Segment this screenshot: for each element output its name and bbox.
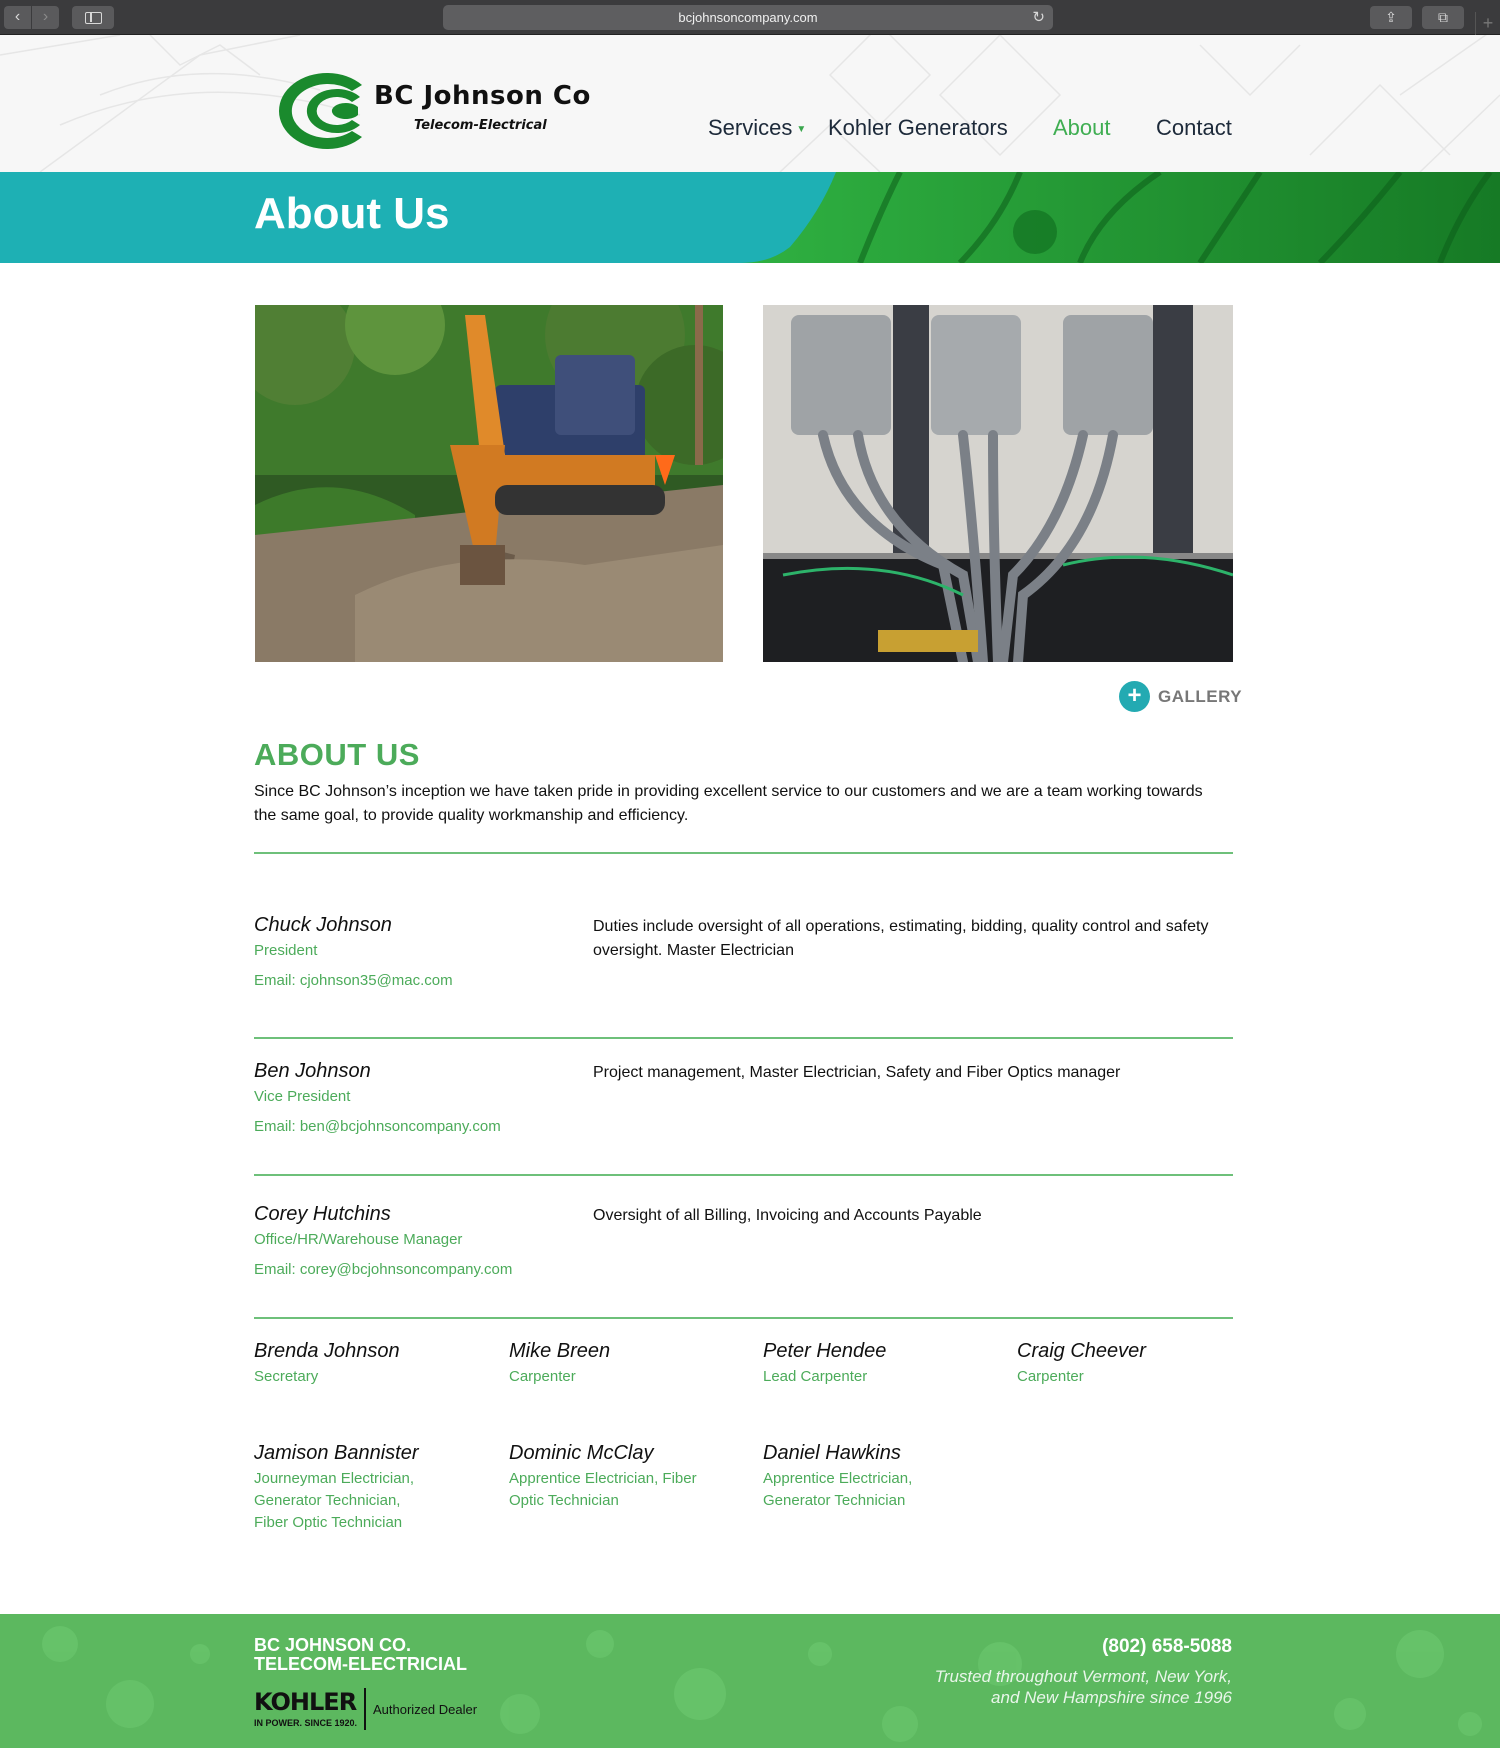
main-navigation: Services ▼ Kohler Generators About Contac… [0,115,1500,145]
nav-contact[interactable]: Contact [1156,115,1232,141]
section-divider [254,852,1233,854]
site-footer: BC JOHNSON CO. TELECOM-ELECTRICIAL KOHLE… [0,1614,1500,1748]
banner-background [0,172,1500,263]
page-banner: About Us [0,172,1500,263]
plus-icon: + [1119,681,1150,712]
staff-role: Apprentice Electrician, Fiber Optic Tech… [509,1470,697,1509]
leader-name: Chuck Johnson [254,914,392,936]
footer-company-line2: TELECOM-ELECTRICIAL [254,1654,467,1674]
about-heading: ABOUT US [254,737,420,772]
section-divider [254,1037,1233,1039]
excavator-photo[interactable] [255,305,723,662]
address-bar[interactable]: bcjohnsoncompany.com ↻ [443,5,1053,30]
leader-email-link[interactable]: Email: ben@bcjohnsoncompany.com [254,1118,501,1135]
footer-company-name: BC JOHNSON CO. TELECOM-ELECTRICIAL [254,1636,467,1674]
back-icon[interactable]: ‹ [4,6,31,29]
nav-about[interactable]: About [1053,115,1111,141]
footer-trust-text: Trusted throughout Vermont, New York, an… [892,1666,1232,1708]
share-icon[interactable]: ⇪ [1370,6,1412,29]
authorized-dealer-text: Authorized Dealer [373,1702,478,1717]
browser-toolbar: ‹ › bcjohnsoncompany.com ↻ ⇪ ⧉ + [0,0,1500,35]
electrical-panels-photo[interactable] [763,305,1233,662]
forward-icon[interactable]: › [32,6,59,29]
kohler-tagline: IN POWER. SINCE 1920. [254,1718,358,1728]
nav-services-label: Services [708,115,793,140]
leader-role: Vice President [254,1088,351,1105]
staff-role: Apprentice Electrician, Generator Techni… [763,1470,913,1509]
footer-trust-line1: Trusted throughout Vermont, New York, [934,1667,1232,1686]
staff-role: Journeyman Electrician, Generator Techni… [254,1470,415,1531]
section-divider [254,1174,1233,1176]
kohler-divider [364,1688,366,1730]
footer-company-line1: BC JOHNSON CO. [254,1635,412,1655]
nav-kohler-generators[interactable]: Kohler Generators [828,115,1008,141]
page-title: About Us [254,189,450,238]
leader-role: President [254,942,318,959]
footer-pattern [42,1626,1482,1742]
logo-name: BC Johnson Co [374,81,591,111]
gallery-label: GALLERY [1158,687,1243,706]
staff-name: Jamison Bannister [254,1442,419,1464]
nav-services[interactable]: Services ▼ [708,115,806,141]
chevron-down-icon: ▼ [796,123,807,135]
about-intro: Since BC Johnson’s inception we have tak… [254,783,1203,824]
staff-name: Peter Hendee [763,1340,887,1362]
tabs-overview-icon[interactable]: ⧉ [1422,6,1464,29]
staff-role: Secretary [254,1368,319,1385]
site-header: BC Johnson Co Telecom-Electrical Service… [0,35,1500,172]
staff-role: Carpenter [1017,1368,1084,1385]
reload-icon[interactable]: ↻ [1032,5,1045,30]
electrical-panels-image [763,305,1233,662]
section-divider [254,1317,1233,1319]
staff-name: Brenda Johnson [254,1340,400,1362]
sidebar-toggle-icon[interactable] [72,6,114,29]
url-text: bcjohnsoncompany.com [678,10,818,25]
footer-trust-line2: and New Hampshire since 1996 [991,1688,1232,1707]
leader-name: Ben Johnson [254,1060,371,1082]
leader-name: Corey Hutchins [254,1203,391,1225]
staff-role: Lead Carpenter [763,1368,868,1385]
footer-phone-link[interactable]: (802) 658-5088 [1102,1636,1232,1658]
kohler-logo[interactable]: KOHLER [254,1688,357,1716]
new-tab-icon[interactable]: + [1475,12,1500,35]
header-pattern [0,35,1500,172]
staff-name: Mike Breen [509,1340,611,1362]
staff-role: Carpenter [509,1368,576,1385]
excavator-image [255,305,723,662]
staff-name: Daniel Hawkins [763,1442,901,1464]
staff-name: Craig Cheever [1017,1340,1146,1362]
leader-email-link[interactable]: Email: cjohnson35@mac.com [254,972,453,989]
leader-duties: Oversight of all Billing, Invoicing and … [593,1207,982,1224]
leader-duties: Project management, Master Electrician, … [593,1064,1121,1081]
leader-duties: Duties include oversight of all operatio… [593,918,1209,959]
leader-role: Office/HR/Warehouse Manager [254,1231,463,1248]
leader-email-link[interactable]: Email: corey@bcjohnsoncompany.com [254,1261,512,1278]
staff-name: Dominic McClay [509,1442,654,1464]
